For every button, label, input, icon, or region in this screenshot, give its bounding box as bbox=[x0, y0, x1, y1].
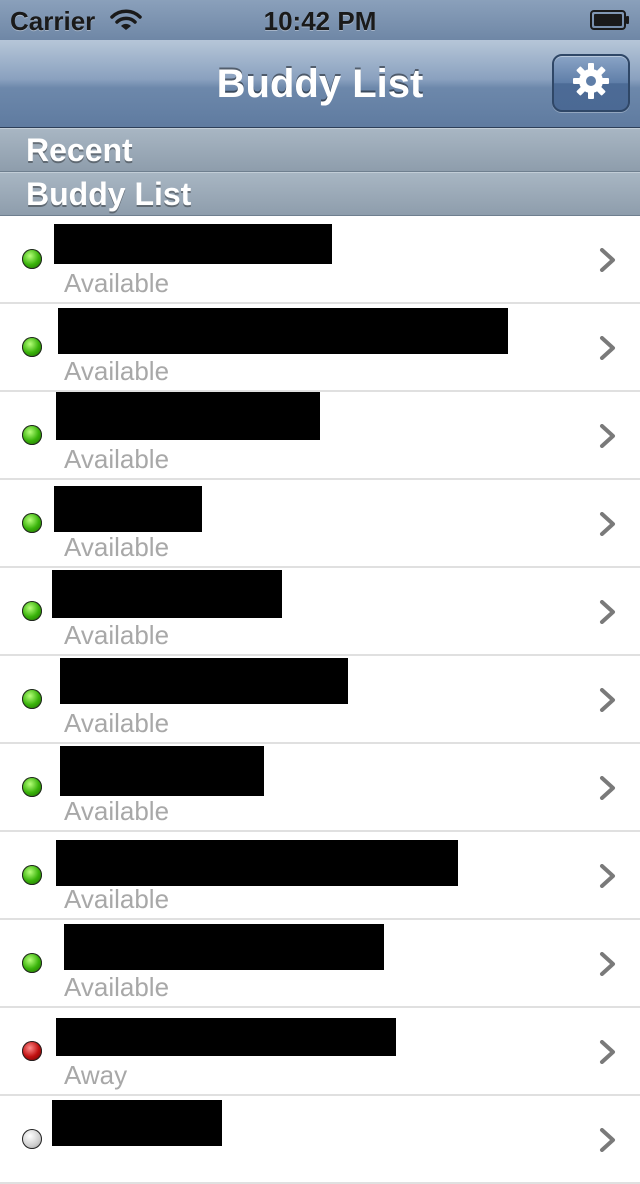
page-title: Buddy List bbox=[216, 62, 424, 106]
buddy-status: Available bbox=[64, 268, 170, 298]
redacted-name bbox=[54, 224, 332, 264]
buddy-list: Available Available Available Available … bbox=[0, 216, 640, 1184]
section-header-label: Buddy List bbox=[26, 176, 192, 212]
buddy-row[interactable]: Away bbox=[0, 1008, 640, 1096]
available-status-icon bbox=[22, 513, 42, 533]
navigation-bar: Buddy List bbox=[0, 40, 640, 128]
buddy-row[interactable]: Available bbox=[0, 744, 640, 832]
chevron-right-icon bbox=[596, 512, 620, 536]
redacted-name bbox=[56, 840, 458, 886]
battery-icon bbox=[590, 10, 630, 35]
available-status-icon bbox=[22, 601, 42, 621]
redacted-name bbox=[60, 746, 264, 796]
buddy-status: Available bbox=[64, 444, 170, 474]
chevron-right-icon bbox=[596, 1128, 620, 1152]
chevron-right-icon bbox=[596, 336, 620, 360]
offline-status-icon bbox=[22, 1129, 42, 1149]
buddy-status: Available bbox=[64, 796, 170, 826]
buddy-row[interactable]: Available bbox=[0, 656, 640, 744]
available-status-icon bbox=[22, 249, 42, 269]
section-header-buddy-list[interactable]: Buddy List bbox=[0, 172, 640, 216]
buddy-row[interactable]: Available bbox=[0, 216, 640, 304]
redacted-name bbox=[64, 924, 384, 970]
available-status-icon bbox=[22, 337, 42, 357]
chevron-right-icon bbox=[596, 952, 620, 976]
chevron-right-icon bbox=[596, 424, 620, 448]
available-status-icon bbox=[22, 425, 42, 445]
buddy-status: Available bbox=[64, 884, 170, 914]
chevron-right-icon bbox=[596, 864, 620, 888]
clock: 10:42 PM bbox=[263, 6, 377, 36]
chevron-right-icon bbox=[596, 688, 620, 712]
buddy-row[interactable]: Available bbox=[0, 304, 640, 392]
redacted-name bbox=[56, 1018, 396, 1056]
chevron-right-icon bbox=[596, 600, 620, 624]
available-status-icon bbox=[22, 953, 42, 973]
section-header-label: Recent bbox=[26, 132, 133, 168]
redacted-name bbox=[56, 392, 320, 440]
buddy-status: Available bbox=[64, 532, 170, 562]
buddy-row[interactable]: Available bbox=[0, 392, 640, 480]
gear-icon bbox=[571, 61, 611, 106]
chevron-right-icon bbox=[596, 776, 620, 800]
redacted-name bbox=[52, 1100, 222, 1146]
available-status-icon bbox=[22, 865, 42, 885]
redacted-name bbox=[54, 486, 202, 532]
chevron-right-icon bbox=[596, 1040, 620, 1064]
away-status-icon bbox=[22, 1041, 42, 1061]
buddy-row[interactable]: Available bbox=[0, 480, 640, 568]
status-bar: Carrier 10:42 PM bbox=[0, 0, 640, 40]
buddy-row[interactable] bbox=[0, 1096, 640, 1184]
buddy-row[interactable]: Available bbox=[0, 832, 640, 920]
buddy-status: Away bbox=[64, 1060, 128, 1090]
section-header-recent[interactable]: Recent bbox=[0, 128, 640, 172]
buddy-row[interactable]: Available bbox=[0, 568, 640, 656]
buddy-status: Available bbox=[64, 356, 170, 386]
chevron-right-icon bbox=[596, 248, 620, 272]
redacted-name bbox=[52, 570, 282, 618]
settings-button[interactable] bbox=[552, 54, 630, 112]
buddy-status: Available bbox=[64, 972, 170, 1002]
redacted-name bbox=[60, 658, 348, 704]
buddy-row[interactable]: Available bbox=[0, 920, 640, 1008]
available-status-icon bbox=[22, 777, 42, 797]
available-status-icon bbox=[22, 689, 42, 709]
buddy-status: Available bbox=[64, 620, 170, 650]
redacted-name bbox=[58, 308, 508, 354]
buddy-status: Available bbox=[64, 708, 170, 738]
